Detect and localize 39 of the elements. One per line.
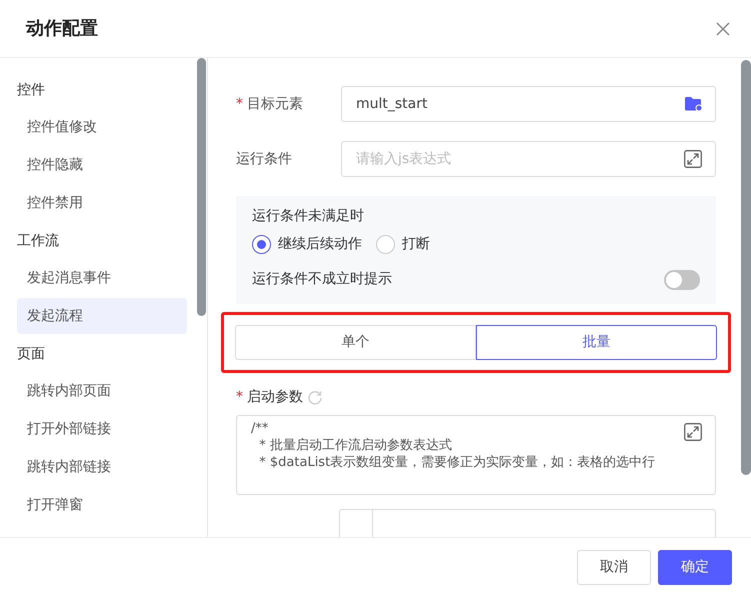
segment-tab[interactable]: 单个 xyxy=(235,325,476,360)
param-field[interactable] xyxy=(339,509,716,537)
scrollbar-thumb[interactable] xyxy=(197,58,206,316)
dialog-title: 动作配置 xyxy=(26,17,98,41)
sidebar-item[interactable]: 打开外部链接 xyxy=(17,411,187,447)
refresh-icon[interactable] xyxy=(306,390,322,406)
sidebar-group-label: 控件 xyxy=(16,81,46,100)
cancel-button[interactable]: 取消 xyxy=(577,550,651,584)
sidebar-group-label: 工作流 xyxy=(16,232,60,251)
condition-field[interactable]: 请输入js表达式 xyxy=(341,141,716,177)
toggle-switch[interactable] xyxy=(664,270,700,290)
radio-label: 继续后续动作 xyxy=(278,235,362,254)
segment-tab[interactable]: 批量 xyxy=(476,325,717,360)
sidebar-item[interactable]: 跳转内部链接 xyxy=(17,449,187,485)
sidebar-item[interactable]: 跳转内部页面 xyxy=(17,373,187,409)
sidebar-group-label: 页面 xyxy=(16,345,46,364)
close-button[interactable] xyxy=(715,20,731,36)
radio-label: 打断 xyxy=(402,235,430,254)
field-label: 目标元素 xyxy=(247,94,303,114)
target-element-field[interactable]: mult_start xyxy=(341,86,716,122)
required-asterisk: * xyxy=(236,94,243,114)
expand-icon[interactable] xyxy=(684,150,702,168)
sidebar-item[interactable]: 控件值修改 xyxy=(17,109,187,145)
expand-icon[interactable] xyxy=(684,423,702,441)
field-label: 启动参数 xyxy=(247,388,303,407)
field-label: 运行条件 xyxy=(236,150,292,168)
sidebar-item[interactable]: 控件禁用 xyxy=(17,185,187,221)
sidebar-item[interactable]: 发起消息事件 xyxy=(17,260,187,296)
folder-icon[interactable] xyxy=(685,97,702,111)
scrollbar-thumb[interactable] xyxy=(741,60,751,475)
sidebar-item[interactable]: 发起流程 xyxy=(17,298,187,334)
code-field[interactable]: /** * 批量启动工作流启动参数表达式 * $dataList表示数组变量，需要修正为实际变量，如：表格的选中行 xyxy=(236,415,716,495)
required-asterisk: * xyxy=(236,388,243,407)
section-label: 运行条件未满足时 xyxy=(252,207,365,226)
radio-button[interactable] xyxy=(252,235,271,254)
sidebar-item[interactable]: 控件隐藏 xyxy=(17,147,187,183)
toggle-label: 运行条件不成立时提示 xyxy=(252,270,392,289)
sidebar-item[interactable]: 打开弹窗 xyxy=(17,487,187,523)
confirm-button[interactable]: 确定 xyxy=(658,550,732,584)
